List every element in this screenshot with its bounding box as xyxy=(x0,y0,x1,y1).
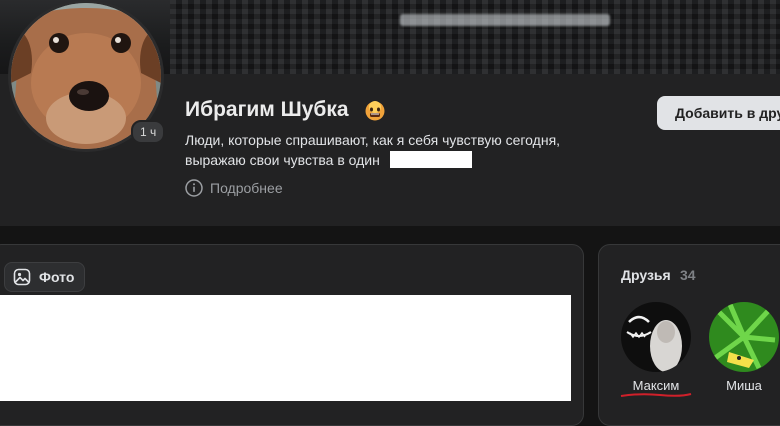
info-icon xyxy=(185,179,203,197)
image-icon xyxy=(13,268,31,286)
cover-image xyxy=(170,0,780,74)
friend-name[interactable]: Миша xyxy=(708,378,780,393)
more-info-label: Подробнее xyxy=(210,180,283,196)
friend-avatar[interactable] xyxy=(621,302,691,372)
add-friend-button[interactable]: Добавить в дру xyxy=(657,96,780,130)
redacted-content xyxy=(0,295,571,401)
friend-name[interactable]: Максим xyxy=(620,378,692,393)
friend-item-maxim[interactable]: Максим xyxy=(620,302,692,393)
last-seen-badge: 1 ч xyxy=(131,120,166,144)
scream-emoji-icon xyxy=(365,101,385,121)
friends-count: 34 xyxy=(680,267,696,283)
avatar-container[interactable]: 1 ч xyxy=(4,0,166,158)
tab-photo-label: Фото xyxy=(39,269,75,285)
redacted-block xyxy=(390,151,472,168)
status-line-1: Люди, которые спрашивают, как я себя чув… xyxy=(185,132,561,148)
friend-avatar[interactable] xyxy=(709,302,779,372)
friends-title[interactable]: Друзья xyxy=(621,267,671,283)
red-underline-mark xyxy=(620,393,692,397)
friend-item-misha[interactable]: Миша xyxy=(708,302,780,393)
profile-name: Ибрагим Шубка xyxy=(185,98,349,121)
tab-photo[interactable]: Фото xyxy=(4,262,86,292)
more-info-link[interactable]: Подробнее xyxy=(185,179,283,197)
